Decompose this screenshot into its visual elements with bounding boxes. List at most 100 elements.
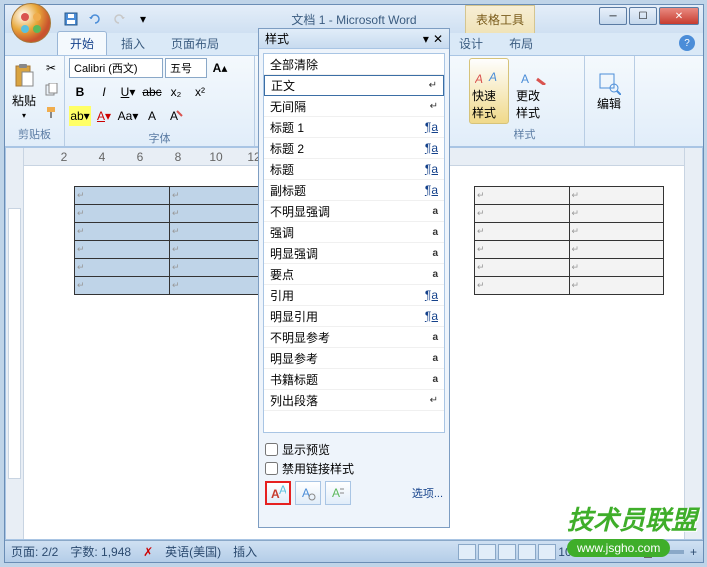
show-preview-checkbox[interactable] <box>265 443 278 456</box>
status-mode[interactable]: 插入 <box>233 543 257 560</box>
bold-icon[interactable]: B <box>69 82 91 102</box>
view-outline-icon[interactable] <box>518 544 536 560</box>
style-item[interactable]: 标题 2¶a <box>264 138 444 159</box>
undo-icon[interactable] <box>85 9 105 29</box>
redo-icon[interactable] <box>109 9 129 29</box>
save-icon[interactable] <box>61 9 81 29</box>
underline-icon[interactable]: U▾ <box>117 82 139 102</box>
view-web-icon[interactable] <box>498 544 516 560</box>
style-item[interactable]: 明显参考a <box>264 348 444 369</box>
vertical-ruler[interactable] <box>6 148 24 539</box>
tab-layout[interactable]: 布局 <box>497 32 545 55</box>
new-style-button[interactable]: AA <box>265 481 291 505</box>
tab-pagelayout[interactable]: 页面布局 <box>159 32 231 55</box>
style-item-mark: ↵ <box>430 101 438 112</box>
view-fullscreen-icon[interactable] <box>478 544 496 560</box>
disable-linked-checkbox[interactable] <box>265 462 278 475</box>
view-draft-icon[interactable] <box>538 544 556 560</box>
style-item[interactable]: 副标题¶a <box>264 180 444 201</box>
style-item-name: 无间隔 <box>270 98 306 115</box>
style-item[interactable]: 要点a <box>264 264 444 285</box>
status-page[interactable]: 页面: 2/2 <box>11 543 58 560</box>
strikethrough-icon[interactable]: abc <box>141 82 163 102</box>
style-item-name: 明显强调 <box>270 245 318 262</box>
find-button[interactable]: 编辑 <box>589 58 629 124</box>
office-button[interactable] <box>11 3 51 43</box>
style-item-mark: a <box>432 227 438 238</box>
change-styles-label: 更改样式 <box>516 87 550 121</box>
status-zoom[interactable]: 100% <box>558 545 589 559</box>
options-link[interactable]: 选项... <box>412 485 443 501</box>
style-item-name: 副标题 <box>270 182 306 199</box>
status-words[interactable]: 字数: 1,948 <box>70 543 131 560</box>
style-item-mark: ¶a <box>425 141 438 155</box>
style-item-name: 明显参考 <box>270 350 318 367</box>
manage-styles-button[interactable]: A <box>325 481 351 505</box>
zoom-slider[interactable] <box>604 550 684 554</box>
svg-text:A: A <box>170 109 178 123</box>
style-item[interactable]: 强调a <box>264 222 444 243</box>
cut-icon[interactable]: ✂ <box>41 58 61 78</box>
style-item[interactable]: 不明显参考a <box>264 327 444 348</box>
quick-styles-button[interactable]: AA 快速样式 <box>469 58 509 124</box>
tab-design[interactable]: 设计 <box>447 32 495 55</box>
zoom-in-icon[interactable]: + <box>690 545 697 559</box>
style-item[interactable]: 列出段落↵ <box>264 390 444 411</box>
font-color-icon[interactable]: A▾ <box>93 106 115 126</box>
view-print-icon[interactable] <box>458 544 476 560</box>
style-item-mark: a <box>432 206 438 217</box>
grow-font-icon[interactable]: A▴ <box>209 58 231 78</box>
pane-close-icon[interactable]: ✕ <box>433 32 443 46</box>
show-preview-label: 显示预览 <box>282 441 330 458</box>
maximize-button[interactable]: ☐ <box>629 7 657 25</box>
style-item[interactable]: 明显引用¶a <box>264 306 444 327</box>
group-clipboard: 粘贴 ▾ ✂ 剪贴板 <box>5 56 65 146</box>
zoom-out-icon[interactable]: − <box>591 545 598 559</box>
context-tab-table-tools[interactable]: 表格工具 <box>465 5 535 33</box>
change-case-icon[interactable]: Aa▾ <box>117 106 139 126</box>
superscript-icon[interactable]: x² <box>189 82 211 102</box>
font-size-combo[interactable]: 五号 <box>165 58 207 78</box>
disable-linked-label: 禁用链接样式 <box>282 460 354 477</box>
style-item[interactable]: 全部清除 <box>264 54 444 75</box>
style-item[interactable]: 明显强调a <box>264 243 444 264</box>
table-right[interactable]: ↵↵↵↵↵↵ ↵↵↵↵↵↵ <box>474 186 664 295</box>
paste-button[interactable]: 粘贴 ▾ <box>9 58 39 124</box>
copy-icon[interactable] <box>41 80 61 100</box>
style-item[interactable]: 正文↵ <box>264 75 444 96</box>
clear-format-icon[interactable]: A <box>165 106 187 126</box>
proofing-icon[interactable]: ✗ <box>143 545 153 559</box>
window-title: 文档 1 - Microsoft Word <box>291 11 416 28</box>
help-icon[interactable]: ? <box>679 35 695 51</box>
change-styles-button[interactable]: A 更改样式 <box>513 58 553 124</box>
table-left[interactable]: ↵↵↵↵↵↵ ↵↵↵↵↵↵ <box>74 186 265 295</box>
font-name-combo[interactable]: Calibri (西文) <box>69 58 163 78</box>
style-item[interactable]: 书籍标题a <box>264 369 444 390</box>
group-label-styles: 样式 <box>469 124 580 144</box>
close-button[interactable]: ✕ <box>659 7 699 25</box>
highlight-icon[interactable]: ab▾ <box>69 106 91 126</box>
style-item[interactable]: 不明显强调a <box>264 201 444 222</box>
tab-home[interactable]: 开始 <box>57 31 107 55</box>
minimize-button[interactable]: ─ <box>599 7 627 25</box>
format-painter-icon[interactable] <box>41 102 61 122</box>
style-item-name: 要点 <box>270 266 294 283</box>
pane-dropdown-icon[interactable]: ▾ <box>423 32 429 46</box>
vertical-scrollbar[interactable] <box>684 148 702 539</box>
tab-insert[interactable]: 插入 <box>109 32 157 55</box>
style-item-mark: a <box>432 332 438 343</box>
style-item[interactable]: 标题 1¶a <box>264 117 444 138</box>
paste-label: 粘贴 <box>12 92 36 109</box>
subscript-icon[interactable]: x₂ <box>165 82 187 102</box>
style-item-name: 引用 <box>270 287 294 304</box>
group-font: Calibri (西文) 五号 A▴ B I U▾ abc x₂ x² ab▾ … <box>65 56 255 146</box>
italic-icon[interactable]: I <box>93 82 115 102</box>
style-item[interactable]: 标题¶a <box>264 159 444 180</box>
char-border-icon[interactable]: A <box>141 106 163 126</box>
style-inspector-button[interactable]: A <box>295 481 321 505</box>
style-item[interactable]: 无间隔 ↵ <box>264 96 444 117</box>
qat-dropdown-icon[interactable]: ▾ <box>133 9 153 29</box>
style-item[interactable]: 引用¶a <box>264 285 444 306</box>
status-language[interactable]: 英语(美国) <box>165 543 221 560</box>
quick-styles-label: 快速样式 <box>472 87 506 121</box>
